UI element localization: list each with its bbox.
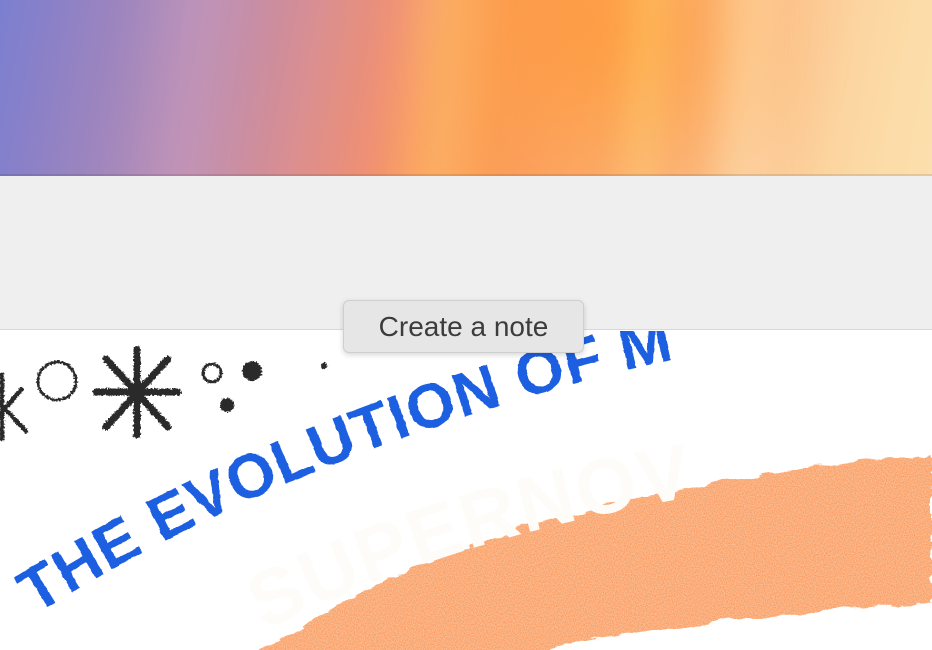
sparkle-burst-left-icon — [0, 372, 29, 442]
small-circle-icon — [201, 362, 223, 384]
desktop-wallpaper — [0, 0, 932, 176]
notes-window: Aa — [0, 0, 932, 650]
dot-icon — [320, 362, 328, 370]
doodle-group — [0, 345, 328, 442]
note-canvas[interactable]: THE EVOLUTION OF M SUPERNOV — [0, 331, 932, 650]
circle-outline-icon — [36, 360, 78, 402]
wallpaper-ray — [104, 0, 276, 176]
tooltip: Create a note — [343, 300, 584, 353]
eight-point-star-icon — [92, 345, 182, 439]
tooltip-label: Create a note — [378, 310, 549, 342]
ink-blob-icon — [242, 361, 262, 381]
wallpaper-ray — [693, 0, 797, 176]
wallpaper-ray — [368, 0, 512, 176]
tiny-blob-icon — [220, 398, 234, 412]
